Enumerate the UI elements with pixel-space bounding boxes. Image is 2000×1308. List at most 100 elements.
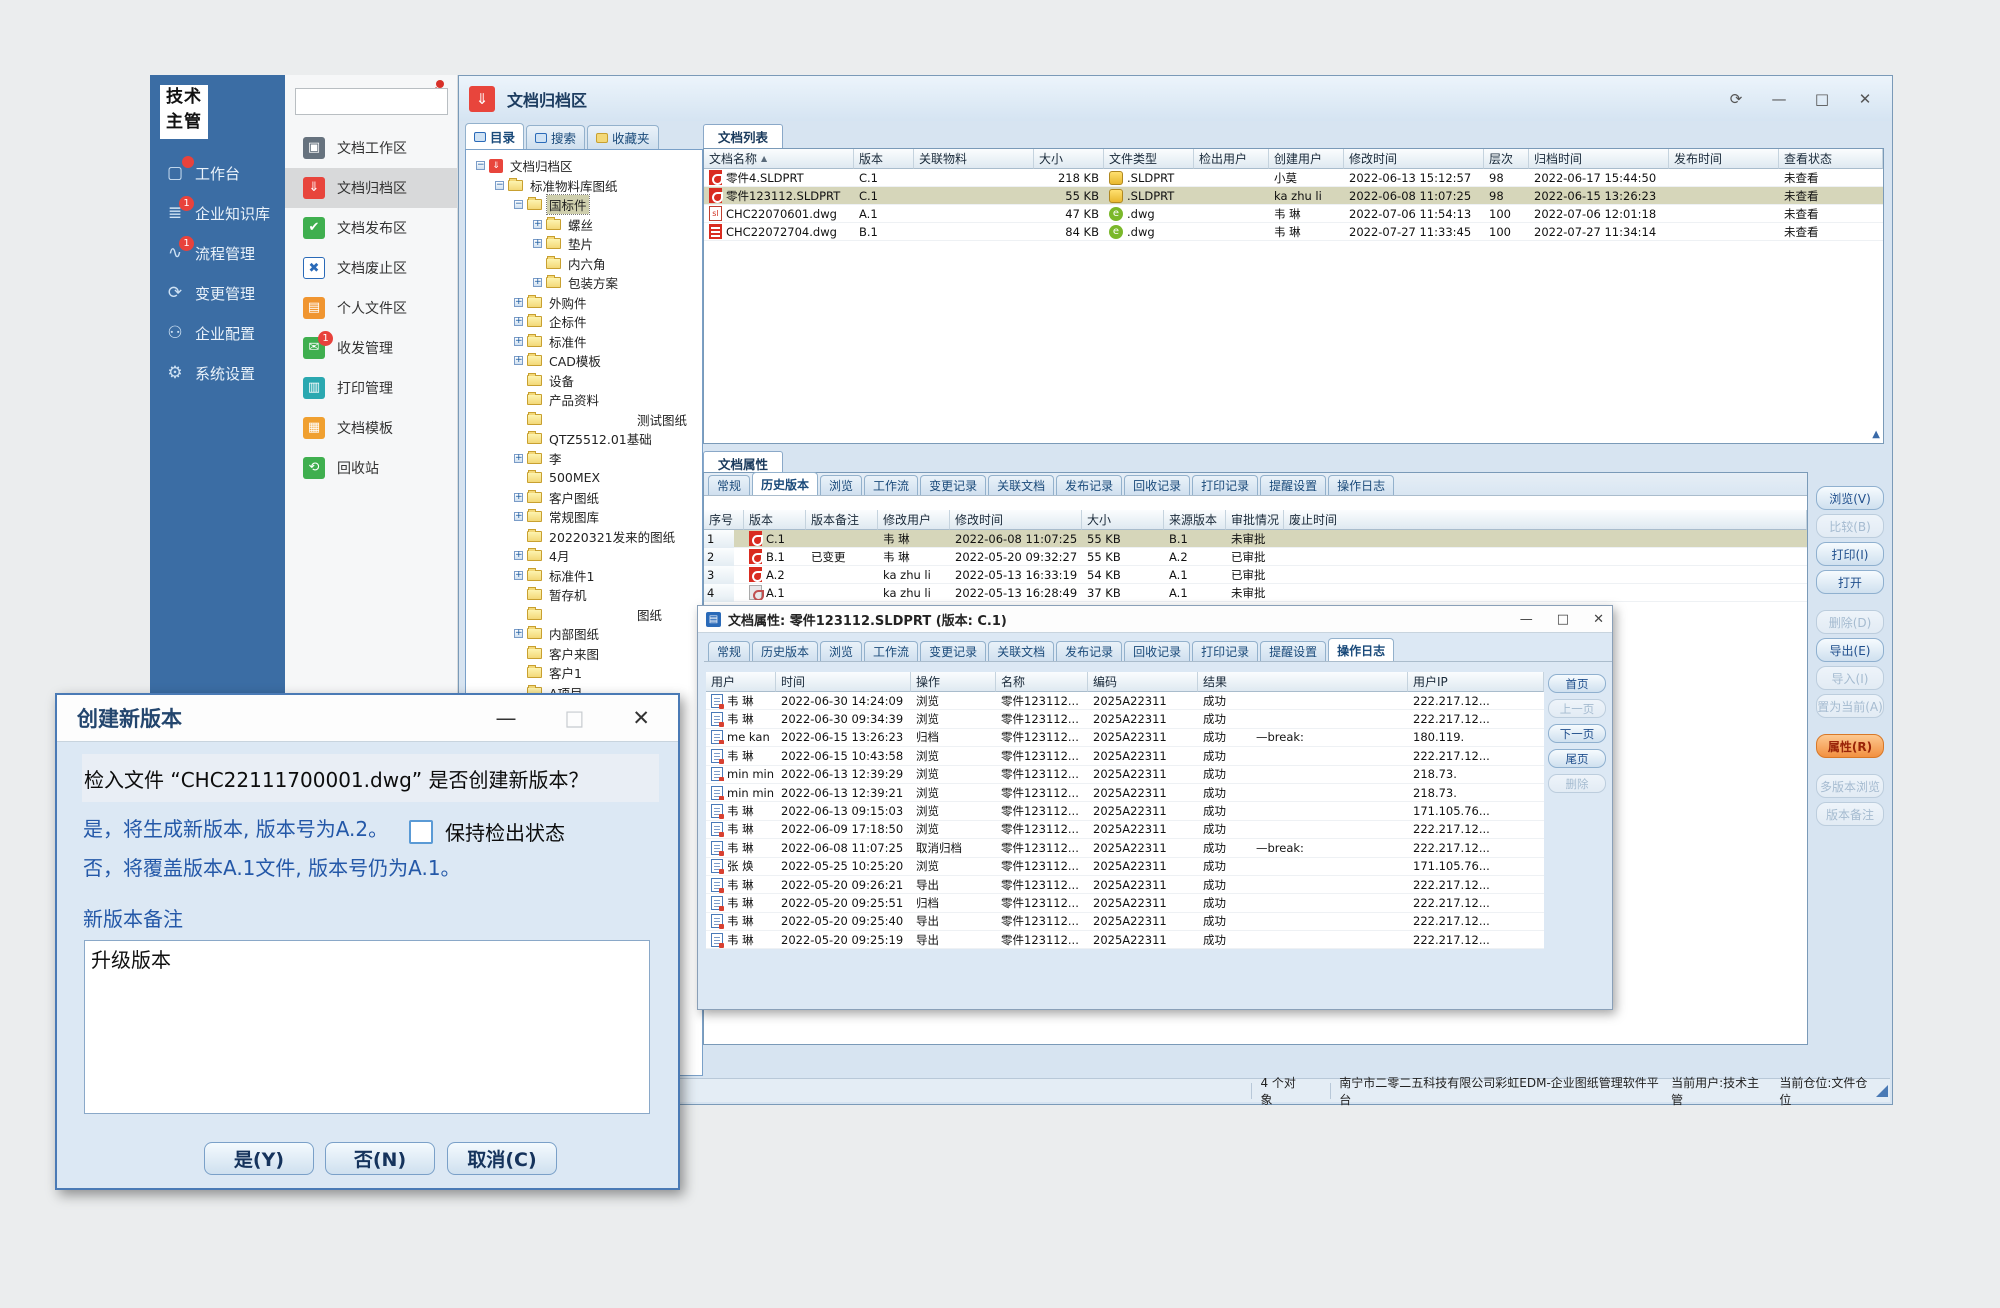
close-icon[interactable]: ✕ <box>1593 612 1604 627</box>
action-button-属性(R)[interactable]: 属性(R) <box>1816 734 1884 758</box>
tab-提醒设置[interactable]: 提醒设置 <box>1260 641 1326 661</box>
doc-list-row[interactable]: 零件123112.SLDPRTC.155 KB.SLDPRTka zhu li2… <box>704 187 1883 205</box>
sidebar-item-3[interactable]: ⟳变更管理 <box>150 273 285 313</box>
tree-node[interactable]: −国标件 <box>466 195 702 215</box>
tab-关联文档[interactable]: 关联文档 <box>988 641 1054 661</box>
column-header[interactable]: 结果 <box>1198 672 1408 692</box>
tree-node[interactable]: +外购件 <box>466 293 702 313</box>
tree-node[interactable]: 测试图纸 <box>466 410 702 430</box>
workspace-item-8[interactable]: ⟲回收站 <box>285 448 457 488</box>
column-header[interactable]: 来源版本 <box>1164 510 1226 530</box>
tab-回收记录[interactable]: 回收记录 <box>1124 475 1190 495</box>
tree-node[interactable]: 产品资料 <box>466 390 702 410</box>
resize-grip[interactable] <box>1876 1085 1888 1097</box>
log-row[interactable]: 韦 琳2022-05-20 09:26:21导出零件123112...2025A… <box>706 876 1544 894</box>
tab-操作日志[interactable]: 操作日志 <box>1328 638 1394 661</box>
tab-工作流[interactable]: 工作流 <box>864 641 918 661</box>
workspace-item-0[interactable]: ▣文档工作区 <box>285 128 457 168</box>
column-header[interactable]: 编码 <box>1088 672 1198 692</box>
column-header[interactable]: 文档名称▲ <box>704 149 854 169</box>
tree-node[interactable]: +垫片 <box>466 234 702 254</box>
tree-node[interactable]: +李 <box>466 449 702 469</box>
column-header[interactable]: 废止时间 <box>1284 510 1807 530</box>
tab-发布记录[interactable]: 发布记录 <box>1056 475 1122 495</box>
workspace-item-2[interactable]: ✔文档发布区 <box>285 208 457 248</box>
tree-node[interactable]: +包装方案 <box>466 273 702 293</box>
expand-icon[interactable]: + <box>514 512 523 521</box>
doc-list-row[interactable]: 零件4.SLDPRTC.1218 KB.SLDPRT小莫2022-06-13 1… <box>704 169 1883 187</box>
tree-node[interactable]: +内部图纸 <box>466 624 702 644</box>
scroll-up-icon[interactable]: ▲ <box>1872 429 1880 440</box>
minimize-icon[interactable]: — <box>1520 612 1533 627</box>
tab-doc-list[interactable]: 文档列表 <box>703 124 783 148</box>
column-header[interactable]: 版本 <box>854 149 914 169</box>
action-button-打开[interactable]: 打开 <box>1816 570 1884 594</box>
tab-提醒设置[interactable]: 提醒设置 <box>1260 475 1326 495</box>
tab-变更记录[interactable]: 变更记录 <box>920 475 986 495</box>
column-header[interactable]: 操作 <box>911 672 996 692</box>
expand-icon[interactable]: + <box>514 629 523 638</box>
log-row[interactable]: 韦 琳2022-06-30 14:24:09浏览零件123112...2025A… <box>706 692 1544 710</box>
log-row[interactable]: 韦 琳2022-06-13 09:15:03浏览零件123112...2025A… <box>706 802 1544 820</box>
tab-发布记录[interactable]: 发布记录 <box>1056 641 1122 661</box>
tab-浏览[interactable]: 浏览 <box>820 475 862 495</box>
tree-node[interactable]: 客户1 <box>466 663 702 683</box>
workspace-item-4[interactable]: ▤个人文件区 <box>285 288 457 328</box>
column-header[interactable]: 查看状态 <box>1779 149 1883 169</box>
tab-常规[interactable]: 常规 <box>708 475 750 495</box>
column-header[interactable]: 修改用户 <box>878 510 950 530</box>
history-row[interactable]: 2B.1已变更韦 琳2022-05-20 09:32:2755 KBA.2已审批 <box>704 548 1807 566</box>
expand-icon[interactable]: + <box>514 551 523 560</box>
log-row[interactable]: 韦 琳2022-06-08 11:07:25取消归档零件123112...202… <box>706 839 1544 857</box>
tree-node[interactable]: QTZ5512.01基础 <box>466 429 702 449</box>
minimize-icon[interactable]: — <box>1768 90 1790 108</box>
tab-常规[interactable]: 常规 <box>708 641 750 661</box>
tree-tab-目录[interactable]: 目录 <box>465 123 524 149</box>
expand-icon[interactable]: + <box>514 356 523 365</box>
log-row[interactable]: 韦 琳2022-05-20 09:25:40导出零件123112...2025A… <box>706 913 1544 931</box>
column-header[interactable]: 序号 <box>704 510 744 530</box>
maximize-icon[interactable]: □ <box>565 706 585 730</box>
workspace-item-5[interactable]: ✉1收发管理 <box>285 328 457 368</box>
tree-node[interactable]: 图纸 <box>466 605 702 625</box>
sidebar-item-5[interactable]: ⚙系统设置 <box>150 353 285 393</box>
pager-button-尾页[interactable]: 尾页 <box>1548 749 1606 768</box>
expand-icon[interactable]: + <box>514 493 523 502</box>
column-header[interactable]: 版本备注 <box>806 510 878 530</box>
tab-关联文档[interactable]: 关联文档 <box>988 475 1054 495</box>
collapse-icon[interactable]: − <box>514 200 523 209</box>
maximize-icon[interactable]: □ <box>1557 612 1569 627</box>
log-row[interactable]: 韦 琳2022-05-20 09:25:19导出零件123112...2025A… <box>706 931 1544 949</box>
log-row[interactable]: 韦 琳2022-05-20 09:25:51归档零件123112...2025A… <box>706 894 1544 912</box>
close-icon[interactable]: ✕ <box>1854 90 1876 108</box>
action-button-浏览(V)[interactable]: 浏览(V) <box>1816 486 1884 510</box>
tab-浏览[interactable]: 浏览 <box>820 641 862 661</box>
column-header[interactable]: 创建用户 <box>1269 149 1344 169</box>
workspace-item-1[interactable]: ⇓文档归档区 <box>285 168 457 208</box>
column-header[interactable]: 大小 <box>1082 510 1164 530</box>
history-row[interactable]: 4A.1ka zhu li2022-05-13 16:28:4937 KBA.1… <box>704 584 1807 602</box>
dialog-button-否(N)[interactable]: 否(N) <box>325 1142 435 1175</box>
tab-变更记录[interactable]: 变更记录 <box>920 641 986 661</box>
tree-node[interactable]: 暂存机 <box>466 585 702 605</box>
tree-node[interactable]: 20220321发来的图纸 <box>466 527 702 547</box>
column-header[interactable]: 修改时间 <box>1344 149 1484 169</box>
tree-node[interactable]: 内六角 <box>466 254 702 274</box>
tree-tab-收藏夹[interactable]: 收藏夹 <box>587 125 659 149</box>
doc-list-row[interactable]: slCHC22070601.dwgA.147 KBe.dwg韦 琳2022-07… <box>704 205 1883 223</box>
expand-icon[interactable]: + <box>514 337 523 346</box>
expand-icon[interactable]: + <box>533 239 542 248</box>
tree-node[interactable]: +标准件 <box>466 332 702 352</box>
tab-打印记录[interactable]: 打印记录 <box>1192 641 1258 661</box>
column-header[interactable]: 关联物料 <box>914 149 1034 169</box>
sidebar-item-2[interactable]: ∿1流程管理 <box>150 233 285 273</box>
tree-node[interactable]: 客户来图 <box>466 644 702 664</box>
expand-icon[interactable]: + <box>533 220 542 229</box>
tree-node[interactable]: −⇓文档归档区 <box>466 156 702 176</box>
column-header[interactable]: 审批情况 <box>1226 510 1284 530</box>
column-header[interactable]: 归档时间 <box>1529 149 1669 169</box>
search-input[interactable] <box>296 91 459 113</box>
refresh-icon[interactable]: ⟳ <box>1725 90 1747 108</box>
log-row[interactable]: 韦 琳2022-06-30 09:34:39浏览零件123112...2025A… <box>706 710 1544 728</box>
expand-icon[interactable]: + <box>533 278 542 287</box>
